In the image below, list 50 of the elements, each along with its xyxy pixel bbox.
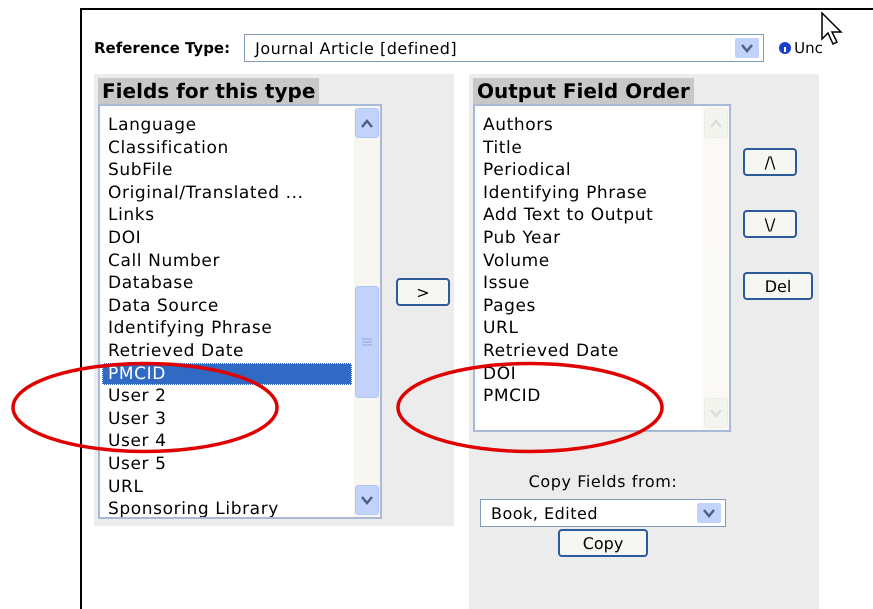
list-item[interactable]: Add Text to Output bbox=[477, 204, 701, 227]
list-item[interactable]: Data Source bbox=[102, 294, 352, 318]
list-box[interactable]: Authors Title Periodical Identifying Phrase Add Text to Output Pub Year Volume Issue Pages URL Retrieved Date DOI PMCID bbox=[473, 104, 731, 432]
list-item[interactable]: Language bbox=[102, 114, 352, 137]
move-down-button[interactable]: \/ bbox=[743, 210, 797, 238]
list-item[interactable]: User 4 bbox=[102, 430, 352, 453]
delete-button[interactable]: Del bbox=[743, 272, 813, 300]
list-item[interactable]: User 5 bbox=[102, 452, 352, 476]
list-item[interactable]: User 3 bbox=[102, 408, 352, 430]
list-item[interactable]: Retrieved Date bbox=[477, 340, 701, 363]
list-item[interactable]: URL bbox=[477, 317, 701, 340]
list-item[interactable]: Authors bbox=[477, 114, 701, 137]
list-item[interactable]: DOI bbox=[477, 362, 701, 386]
reference-type-label: Reference Type: bbox=[94, 39, 230, 57]
info-icon bbox=[778, 41, 792, 55]
panel-title: Output Field Order bbox=[473, 78, 694, 104]
list-item[interactable]: PMCID bbox=[477, 385, 701, 408]
copy-fields-dropdown[interactable]: Book, Edited bbox=[480, 499, 726, 527]
list-item[interactable]: Title bbox=[477, 136, 701, 160]
list-item[interactable]: Call Number bbox=[102, 250, 352, 272]
list-item[interactable]: User 2 bbox=[102, 385, 352, 408]
list-item[interactable]: Pages bbox=[477, 294, 701, 318]
list-item[interactable]: Identifying Phrase bbox=[102, 317, 352, 340]
reference-type-dropdown[interactable]: Journal Article [defined] bbox=[244, 34, 764, 62]
list-item[interactable]: Original/Translated ... bbox=[102, 182, 352, 204]
list-item[interactable]: Identifying Phrase bbox=[477, 182, 701, 204]
grip-icon bbox=[362, 337, 372, 347]
list-item[interactable]: Volume bbox=[477, 250, 701, 272]
add-button[interactable]: > bbox=[396, 278, 450, 306]
list-item[interactable]: Retrieved Date bbox=[102, 340, 352, 363]
list-item[interactable]: DOI bbox=[102, 226, 352, 250]
scroll-thumb[interactable] bbox=[355, 286, 379, 398]
list-item[interactable]: Periodical bbox=[477, 159, 701, 182]
list-item[interactable]: SubFile bbox=[102, 159, 352, 182]
copy-button[interactable]: Copy bbox=[558, 529, 648, 557]
info-text: Unc bbox=[794, 39, 823, 57]
list-item[interactable]: Pub Year bbox=[477, 226, 701, 250]
copy-fields-label: Copy Fields from: bbox=[528, 472, 678, 491]
scroll-down-button[interactable] bbox=[355, 485, 379, 515]
list-item[interactable]: Database bbox=[102, 272, 352, 295]
cursor-icon bbox=[821, 12, 845, 46]
list-item[interactable]: Links bbox=[102, 204, 352, 227]
move-up-button[interactable]: /\ bbox=[743, 148, 797, 176]
panel-title: Fields for this type bbox=[98, 78, 320, 104]
list-item[interactable]: PMCID bbox=[102, 362, 352, 386]
scrollbar[interactable] bbox=[354, 106, 380, 517]
list-item[interactable]: URL bbox=[102, 476, 352, 498]
list-item[interactable]: Classification bbox=[102, 136, 352, 160]
list-item[interactable]: Issue bbox=[477, 272, 701, 295]
scroll-up-button[interactable] bbox=[355, 108, 379, 138]
